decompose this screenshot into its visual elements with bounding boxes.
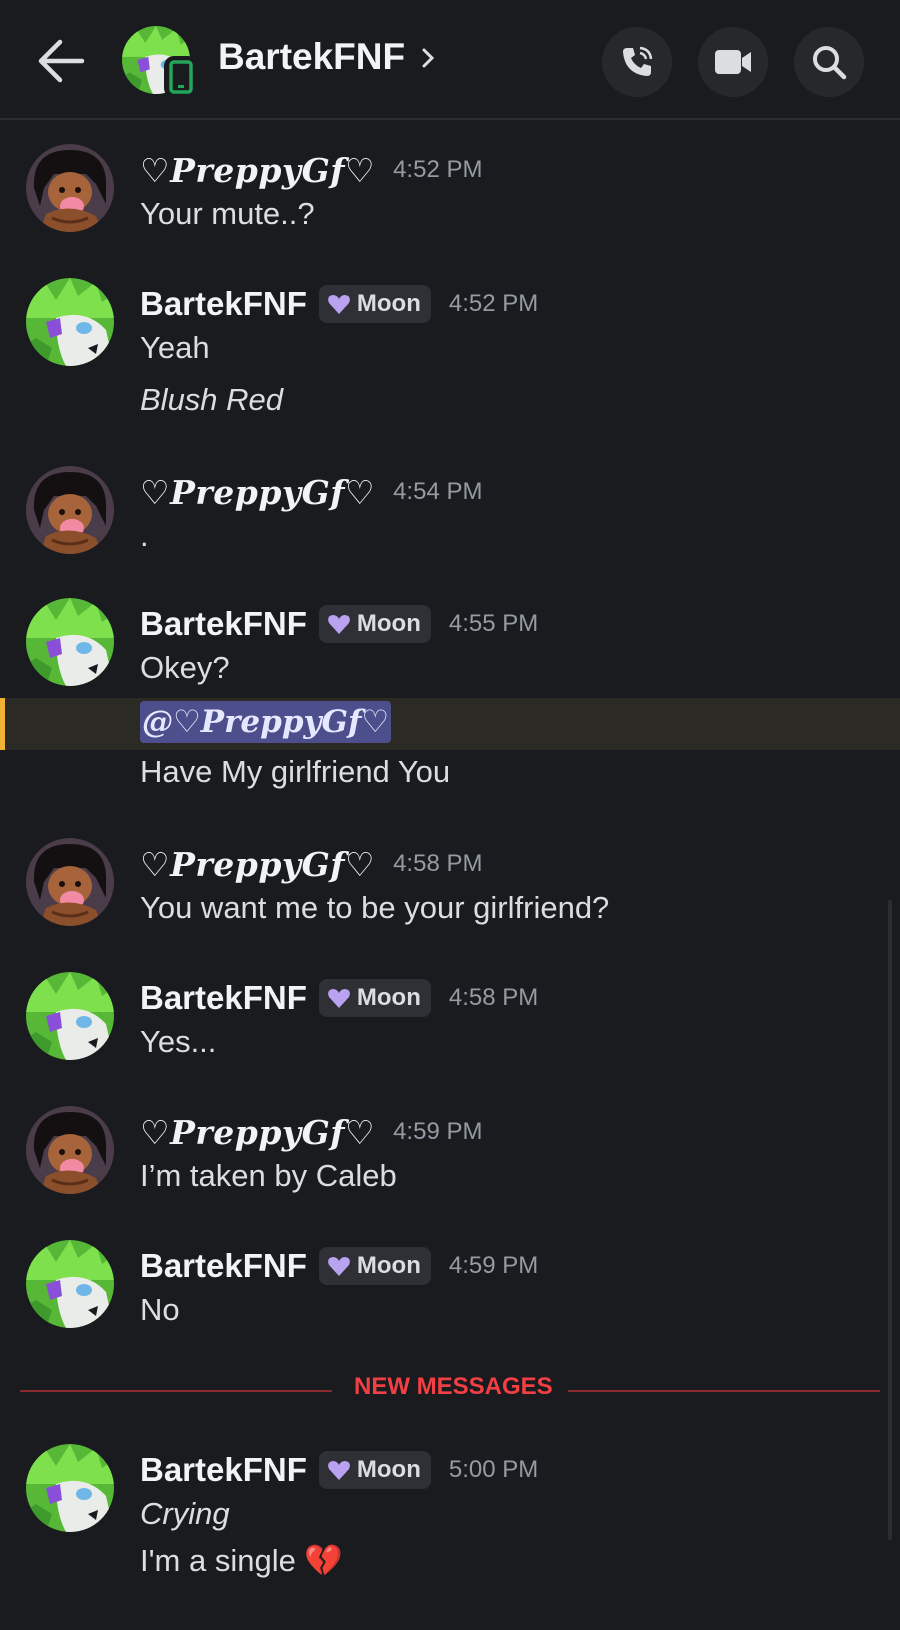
message-text: Yeah	[140, 330, 210, 365]
message-header: ♡PreppyGf♡ 4:59 PM	[140, 1110, 482, 1154]
message-header: ♡PreppyGf♡ 4:58 PM	[140, 842, 482, 886]
divider-line	[20, 1390, 332, 1392]
author-name[interactable]: BartekFNF	[140, 605, 307, 643]
search-button[interactable]	[794, 27, 864, 97]
timestamp: 4:54 PM	[393, 478, 483, 505]
avatar[interactable]	[26, 1240, 114, 1328]
guild-tag[interactable]: Moon	[318, 1451, 431, 1489]
message-text: .	[140, 518, 149, 553]
avatar[interactable]	[26, 466, 114, 554]
author-name[interactable]: BartekFNF	[140, 285, 307, 323]
chevron-right-icon[interactable]	[420, 44, 438, 72]
heart-icon	[327, 295, 350, 314]
video-call-button[interactable]	[698, 27, 768, 97]
avatar[interactable]	[26, 838, 114, 926]
channel-name[interactable]: BartekFNF	[218, 36, 405, 78]
guild-tag[interactable]: Moon	[318, 285, 431, 323]
video-call-icon	[715, 50, 751, 74]
avatar[interactable]	[26, 278, 114, 366]
new-messages-divider: NEW MESSAGES	[354, 1373, 553, 1400]
message-text: Have My girlfriend You	[140, 754, 451, 789]
message-header: BartekFNF Moon 4:52 PM	[140, 282, 538, 326]
guild-tag-label: Moon	[356, 610, 421, 637]
message-text: Blush Red	[140, 382, 284, 417]
message-text: I'm a single 💔	[140, 1543, 344, 1578]
message-text: No	[140, 1292, 180, 1327]
message-header: ♡PreppyGf♡ 4:54 PM	[140, 470, 482, 514]
user-mention[interactable]: @♡PreppyGf♡	[140, 701, 392, 743]
voice-call-icon	[623, 46, 653, 76]
guild-tag-label: Moon	[356, 1456, 421, 1483]
avatar[interactable]	[26, 598, 114, 686]
search-icon	[813, 46, 847, 80]
timestamp: 4:59 PM	[448, 1252, 539, 1279]
message-header: BartekFNF Moon 5:00 PM	[140, 1448, 538, 1492]
scrollbar[interactable]	[888, 900, 892, 1540]
heart-icon	[327, 989, 350, 1008]
timestamp: 4:55 PM	[448, 610, 539, 637]
guild-tag-label: Moon	[356, 290, 421, 317]
author-name[interactable]: BartekFNF	[140, 1247, 307, 1285]
heart-icon	[327, 615, 350, 634]
message-header: ♡PreppyGf♡ 4:52 PM	[140, 148, 482, 192]
avatar[interactable]	[26, 144, 114, 232]
author-name[interactable]: ♡PreppyGf♡	[140, 845, 375, 884]
message-text: Crying	[140, 1496, 230, 1531]
guild-tag[interactable]: Moon	[318, 1247, 431, 1285]
guild-tag[interactable]: Moon	[318, 605, 431, 643]
author-name[interactable]: ♡PreppyGf♡	[140, 473, 375, 512]
guild-tag[interactable]: Moon	[318, 979, 431, 1017]
message-text: Yes...	[140, 1024, 217, 1059]
timestamp: 4:52 PM	[393, 156, 483, 183]
heart-icon	[327, 1257, 350, 1276]
avatar[interactable]	[26, 972, 114, 1060]
message-header: BartekFNF Moon 4:55 PM	[140, 602, 538, 646]
author-name[interactable]: ♡PreppyGf♡	[140, 1113, 375, 1152]
message-header: BartekFNF Moon 4:58 PM	[140, 976, 538, 1020]
mobile-status-icon	[164, 56, 198, 98]
avatar[interactable]	[26, 1444, 114, 1532]
heart-icon	[327, 1461, 350, 1480]
guild-tag-label: Moon	[356, 984, 421, 1011]
chat-header: BartekFNF	[0, 0, 900, 120]
avatar[interactable]	[26, 1106, 114, 1194]
author-name[interactable]: BartekFNF	[140, 979, 307, 1017]
message-text: Your mute..?	[140, 196, 315, 231]
author-name[interactable]: BartekFNF	[140, 1451, 307, 1489]
timestamp: 4:58 PM	[393, 850, 483, 877]
divider-line	[568, 1390, 880, 1392]
timestamp: 4:59 PM	[393, 1118, 483, 1145]
timestamp: 4:52 PM	[448, 290, 539, 317]
message-text: You want me to be your girlfriend?	[140, 890, 610, 925]
message-text: I’m taken by Caleb	[140, 1158, 397, 1193]
timestamp: 4:58 PM	[448, 984, 539, 1011]
author-name[interactable]: ♡PreppyGf♡	[140, 151, 375, 190]
guild-tag-label: Moon	[356, 1252, 421, 1279]
arrow-left-icon[interactable]	[36, 38, 86, 84]
message-header: BartekFNF Moon 4:59 PM	[140, 1244, 538, 1288]
mention-highlight	[0, 698, 900, 750]
message-text: Okey?	[140, 650, 230, 685]
timestamp: 5:00 PM	[448, 1456, 539, 1483]
voice-call-button[interactable]	[602, 27, 672, 97]
